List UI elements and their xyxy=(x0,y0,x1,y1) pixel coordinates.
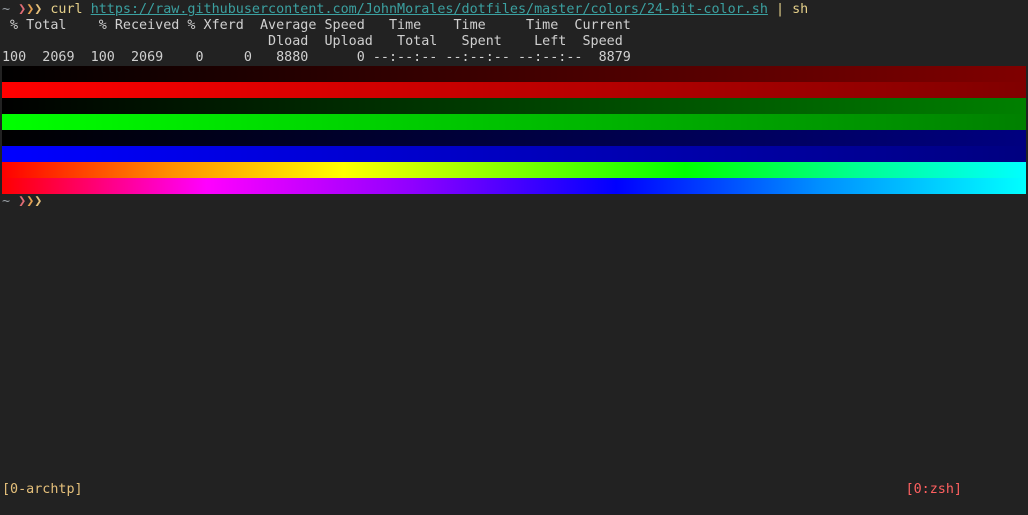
tmux-session-label[interactable]: [0-archtp] xyxy=(2,482,83,498)
prompt-arrow-1: ❯ xyxy=(18,194,27,209)
curl-header-2: Dload Upload Total Spent Left Speed xyxy=(2,34,623,49)
prompt-arrows-icon: ❯❯❯ xyxy=(18,2,42,17)
prompt-arrow-1: ❯ xyxy=(18,2,27,17)
color-bar-blue xyxy=(2,146,1026,162)
command-line: ~ ❯❯❯ curl https://raw.githubusercontent… xyxy=(2,2,808,18)
color-test-output xyxy=(2,66,1026,194)
command-name: curl xyxy=(50,2,83,17)
color-bar-rainbow-1 xyxy=(2,162,1026,178)
command-url-link[interactable]: https://raw.githubusercontent.com/JohnMo… xyxy=(91,2,768,17)
color-bar-rainbow-2 xyxy=(2,178,1026,194)
prompt-line[interactable]: ~ ❯❯❯ xyxy=(2,194,42,210)
curl-values: 100 2069 100 2069 0 0 8880 0 --:--:-- --… xyxy=(2,50,631,65)
color-bar-green xyxy=(2,114,1026,130)
prompt-tilde: ~ xyxy=(2,2,11,17)
command-pipe: | sh xyxy=(775,2,809,17)
color-bar-red xyxy=(2,82,1026,98)
color-bar-red-dark xyxy=(2,66,1026,82)
curl-header-1: % Total % Received % Xferd Average Speed… xyxy=(2,18,631,33)
color-bar-green-dark xyxy=(2,98,1026,114)
tmux-window-tab[interactable]: [0:zsh] xyxy=(906,482,962,498)
prompt-arrow-3: ❯ xyxy=(34,2,43,17)
prompt-arrows-icon: ❯❯❯ xyxy=(18,194,42,209)
color-bar-blue-dark xyxy=(2,130,1026,146)
prompt-tilde: ~ xyxy=(2,194,11,209)
prompt-arrow-3: ❯ xyxy=(34,194,43,209)
